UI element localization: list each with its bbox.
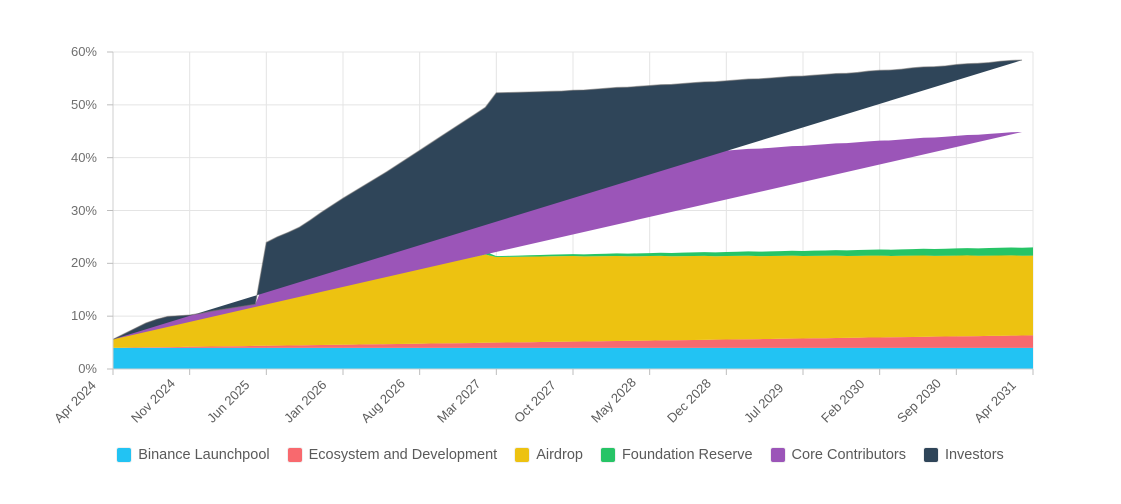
area-series-binance-launchpool[interactable] [113, 347, 1033, 369]
legend-label: Ecosystem and Development [308, 447, 498, 463]
legend-label: Core Contributors [791, 447, 906, 463]
legend-swatch-icon [117, 448, 132, 462]
legend-swatch-icon [287, 448, 302, 462]
legend-label: Foundation Reserve [621, 447, 753, 463]
y-axis-tick-label: 60% [70, 44, 97, 59]
legend-item-binance-launchpool[interactable]: Binance Launchpool [117, 447, 270, 463]
legend-swatch-icon [600, 448, 615, 462]
legend-swatch-icon [515, 448, 530, 462]
legend-label: Airdrop [536, 447, 583, 463]
stacked-area-chart: 60% 50% 40% 30% 20% 10% 0% Apr 2024 Nov 2024 Jun… [0, 0, 1121, 504]
legend-item-core-contributors[interactable]: Core Contributors [770, 447, 906, 463]
y-axis-tick-label: 10% [70, 308, 97, 324]
legend-item-foundation-reserve[interactable]: Foundation Reserve [600, 447, 753, 463]
y-axis-tick-label: 30% [70, 202, 97, 218]
area-series-group [112, 59, 1033, 369]
legend-swatch-icon [923, 448, 938, 462]
chart-legend: Binance Launchpool Ecosystem and Developm… [0, 448, 1121, 462]
legend-item-airdrop[interactable]: Airdrop [515, 448, 583, 462]
y-axis-tick-label: 40% [70, 149, 97, 165]
legend-swatch-icon [770, 448, 785, 462]
legend-label: Binance Launchpool [138, 447, 270, 463]
chart-plot-area [107, 51, 1034, 375]
y-axis-tick-label: 0% [78, 361, 97, 376]
legend-item-ecosystem-and-development[interactable]: Ecosystem and Development [287, 447, 498, 463]
y-axis-tick-label: 50% [70, 96, 97, 112]
legend-label: Investors [944, 447, 1004, 463]
legend-item-investors[interactable]: Investors [923, 447, 1004, 463]
y-axis-tick-label: 20% [70, 255, 97, 271]
